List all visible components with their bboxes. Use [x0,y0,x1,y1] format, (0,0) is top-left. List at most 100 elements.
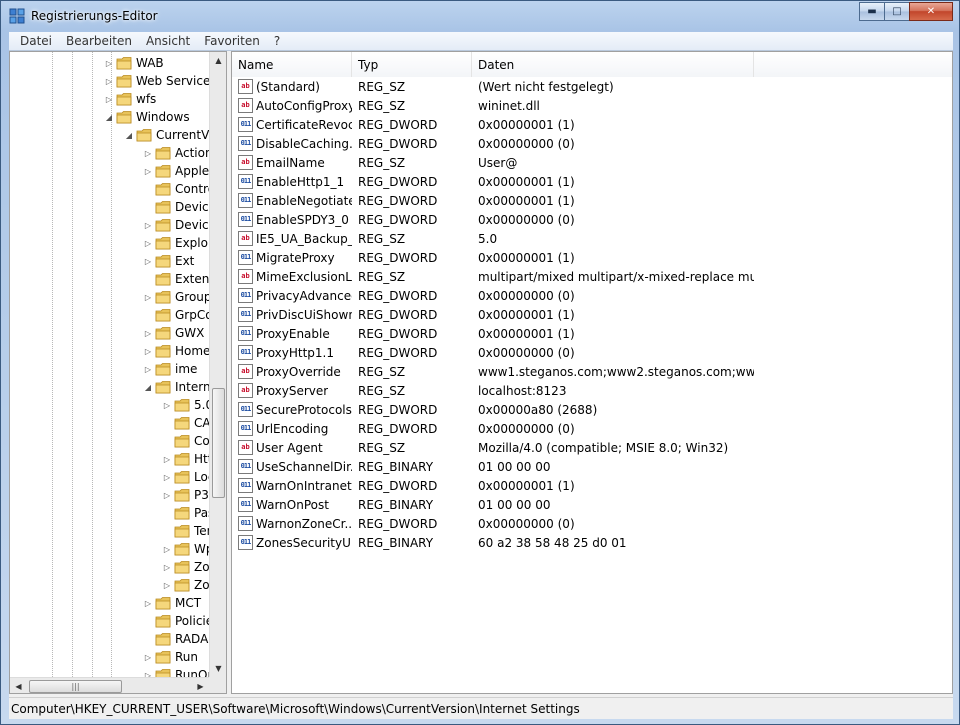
value-row[interactable]: 011 ProxyHttp1.1 REG_DWORD 0x00000000 (0) [232,343,952,362]
value-row[interactable]: 011 UseSchannelDir... REG_BINARY 01 00 00 0… [232,457,952,476]
tree-node[interactable]: Ten [162,522,209,540]
tree-node[interactable]: ▷ Wp [162,540,209,558]
tree-node[interactable]: ▷ Http [162,450,209,468]
tree-node[interactable]: GrpCor [143,306,209,324]
tree-node[interactable]: ▷ GWX [143,324,204,342]
tree-node[interactable]: ▷ Zor [162,558,209,576]
value-row[interactable]: ab (Standard) REG_SZ (Wert nicht festgelegt… [232,77,952,96]
expand-arrow-icon[interactable]: ▷ [143,252,153,270]
tree-node[interactable]: ▷ Ext [143,252,194,270]
column-header-name[interactable]: Name [232,52,352,77]
tree-node[interactable]: ◢ Windows [104,108,190,126]
tree-vertical-scrollbar[interactable]: ▲ ▼ [209,52,226,677]
menu-favoriten[interactable]: Favoriten [197,34,267,48]
tree-node[interactable]: ▷ Action [143,144,209,162]
tree-node[interactable]: Policies [143,612,209,630]
scroll-down-arrow-icon[interactable]: ▼ [210,660,226,677]
tree-node[interactable]: ▷ ime [143,360,197,378]
tree-node[interactable]: ▷ Group I [143,288,209,306]
expand-arrow-icon[interactable]: ▷ [104,54,114,72]
expand-arrow-icon[interactable]: ▷ [143,324,153,342]
tree-node[interactable]: ▷ RunOn [143,666,209,677]
tree-node[interactable]: ▷ Explore [143,234,209,252]
collapse-arrow-icon[interactable]: ◢ [124,126,134,144]
close-button[interactable]: ✕ [909,2,953,21]
menu-bearbeiten[interactable]: Bearbeiten [59,34,139,48]
menu-ansicht[interactable]: Ansicht [139,34,197,48]
value-row[interactable]: 011CertificateRevoc... REG_DWORD 0x0000000… [232,115,952,134]
expand-arrow-icon[interactable]: ▷ [143,594,153,612]
tree-node[interactable]: ▷ Zor [162,576,209,594]
tree-node[interactable]: ▷ WAB [104,54,164,72]
tree-horizontal-scroll-thumb[interactable]: ||| [29,680,122,693]
tree-node[interactable]: ▷ 5.0 [162,396,209,414]
tree-node[interactable]: Extensio [143,270,209,288]
value-row[interactable]: 011 ZonesSecurityU... REG_BINARY 60 a2 38 5… [232,533,952,552]
value-row[interactable]: 011 PrivDiscUiShown REG_DWORD 0x00000001 (1… [232,305,952,324]
column-header-data[interactable]: Daten [472,52,754,77]
tree-horizontal-scrollbar[interactable]: ◀ ||| ▶ [10,677,209,693]
value-row[interactable]: ab EmailName REG_SZ User@ [232,153,952,172]
expand-arrow-icon[interactable]: ▷ [143,162,153,180]
key-tree[interactable]: ▷WAB▷Web Service Pr▷wfs◢Windows◢CurrentV… [10,52,209,677]
value-row[interactable]: 011 WarnOnIntranet REG_DWORD 0x00000001 (1) [232,476,952,495]
menu-datei[interactable]: Datei [13,34,59,48]
tree-node[interactable]: ▷ MCT [143,594,201,612]
value-row[interactable]: 011 EnableHttp1_1 REG_DWORD 0x00000001 (1) [232,172,952,191]
expand-arrow-icon[interactable]: ▷ [143,342,153,360]
expand-arrow-icon[interactable]: ▷ [143,216,153,234]
collapse-arrow-icon[interactable]: ◢ [104,108,114,126]
expand-arrow-icon[interactable]: ▷ [162,558,172,576]
tree-node[interactable]: ◢ CurrentVer [124,126,209,144]
expand-arrow-icon[interactable]: ▷ [143,288,153,306]
tree-node[interactable]: ◢ Interne [143,378,209,396]
tree-node[interactable]: ▷ Web Service Pr [104,72,209,90]
menu-help[interactable]: ? [267,34,287,48]
expand-arrow-icon[interactable]: ▷ [143,144,153,162]
tree-node[interactable]: ▷ Run [143,648,198,666]
scroll-right-arrow-icon[interactable]: ▶ [192,678,209,693]
value-row[interactable]: 011 SecureProtocols REG_DWORD 0x00000a80 (2… [232,400,952,419]
value-row[interactable]: abMimeExclusionL... REG_SZ multipart/mixed… [232,267,952,286]
value-row[interactable]: 011 UrlEncoding REG_DWORD 0x00000000 (0) [232,419,952,438]
collapse-arrow-icon[interactable]: ◢ [143,378,153,396]
value-row[interactable]: ab User Agent REG_SZ Mozilla/4.0 (compatibl… [232,438,952,457]
value-row[interactable]: ab AutoConfigProxy REG_SZ wininet.dll [232,96,952,115]
column-header-type[interactable]: Typ [352,52,472,77]
expand-arrow-icon[interactable]: ▷ [104,72,114,90]
tree-node[interactable]: Cor [162,432,209,450]
expand-arrow-icon[interactable]: ▷ [162,486,172,504]
value-row[interactable]: 011 PrivacyAdvanced REG_DWORD 0x00000000 (0… [232,286,952,305]
scroll-up-arrow-icon[interactable]: ▲ [210,52,226,69]
value-row[interactable]: 011 ProxyEnable REG_DWORD 0x00000001 (1) [232,324,952,343]
expand-arrow-icon[interactable]: ▷ [143,666,153,678]
value-row[interactable]: ab ProxyOverride REG_SZ www1.steganos.com;w… [232,362,952,381]
title-bar[interactable]: Registrierungs-Editor ▬ □ ✕ [1,1,959,31]
tree-node[interactable]: ▷ P3P [162,486,209,504]
maximize-button[interactable]: □ [884,2,910,21]
value-row[interactable]: 011 WarnonZoneCr... REG_DWORD 0x00000000 (0… [232,514,952,533]
value-row[interactable]: 011 MigrateProxy REG_DWORD 0x00000001 (1) [232,248,952,267]
value-row[interactable]: 011 EnableNegotiate REG_DWORD 0x00000001 (1… [232,191,952,210]
expand-arrow-icon[interactable]: ▷ [143,234,153,252]
expand-arrow-icon[interactable]: ▷ [162,396,172,414]
value-row[interactable]: abIE5_UA_Backup_... REG_SZ 5.0 [232,229,952,248]
tree-node[interactable]: Device [143,198,209,216]
tree-node[interactable]: ▷ HomeG [143,342,209,360]
tree-node[interactable]: Contro [143,180,209,198]
tree-node[interactable]: ▷ Loc [162,468,209,486]
expand-arrow-icon[interactable]: ▷ [162,450,172,468]
tree-node[interactable]: ▷ Applets [143,162,209,180]
expand-arrow-icon[interactable]: ▷ [104,90,114,108]
minimize-button[interactable]: ▬ [859,2,885,21]
expand-arrow-icon[interactable]: ▷ [143,360,153,378]
tree-node[interactable]: CAC [162,414,209,432]
tree-node[interactable]: Pas [162,504,209,522]
tree-vertical-scroll-thumb[interactable] [212,388,225,498]
expand-arrow-icon[interactable]: ▷ [162,540,172,558]
value-row[interactable]: ab ProxyServer REG_SZ localhost:8123 [232,381,952,400]
scroll-left-arrow-icon[interactable]: ◀ [10,678,27,693]
expand-arrow-icon[interactable]: ▷ [143,648,153,666]
value-row[interactable]: 011 WarnOnPost REG_BINARY 01 00 00 00 [232,495,952,514]
expand-arrow-icon[interactable]: ▷ [162,576,172,594]
